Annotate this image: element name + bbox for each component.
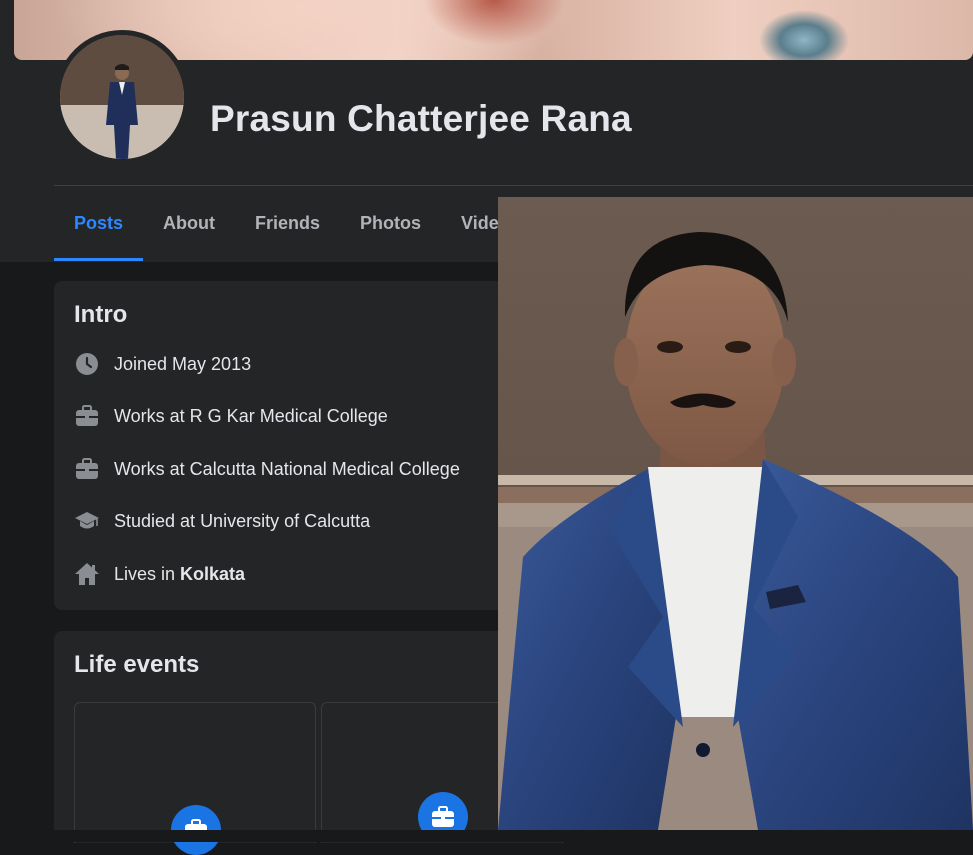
home-icon bbox=[74, 561, 100, 587]
tab-photos[interactable]: Photos bbox=[340, 186, 441, 261]
tab-friends[interactable]: Friends bbox=[235, 186, 340, 261]
graduation-cap-icon bbox=[74, 508, 100, 534]
tab-about[interactable]: About bbox=[143, 186, 235, 261]
profile-picture[interactable] bbox=[55, 30, 189, 164]
life-event-tile[interactable] bbox=[74, 702, 316, 855]
clock-icon bbox=[74, 351, 100, 377]
intro-card: Intro Joined May 2013 Works at R G Kar M… bbox=[54, 281, 514, 610]
intro-item-joined: Joined May 2013 bbox=[74, 349, 251, 379]
tab-posts[interactable]: Posts bbox=[54, 186, 144, 261]
briefcase-icon bbox=[74, 456, 100, 482]
intro-item-text: Studied at University of Calcutta bbox=[114, 510, 371, 531]
life-events-title: Life events bbox=[74, 651, 200, 678]
intro-item-location[interactable]: Kolkata bbox=[180, 564, 245, 585]
profile-name: Prasun Chatterjee Rana bbox=[210, 98, 632, 139]
intro-item-text: Works at Calcutta National Medical Colle… bbox=[114, 458, 460, 479]
intro-item-education: Studied at University of Calcutta bbox=[74, 506, 370, 536]
life-events-card: Life events bbox=[54, 631, 563, 855]
intro-item-work-1: Works at R G Kar Medical College bbox=[74, 401, 388, 431]
intro-item-work-2: Works at Calcutta National Medical Colle… bbox=[74, 454, 460, 484]
bottom-edge bbox=[0, 830, 973, 842]
intro-item-text: Works at R G Kar Medical College bbox=[114, 405, 388, 426]
profile-tabs: Posts About Friends Photos Videos bbox=[54, 186, 540, 261]
intro-item-lives: Lives in Kolkata bbox=[74, 559, 245, 589]
portrait-photo bbox=[498, 197, 973, 830]
avatar bbox=[60, 35, 184, 159]
intro-title: Intro bbox=[74, 301, 128, 328]
intro-item-text: Joined May 2013 bbox=[114, 353, 252, 374]
intro-item-prefix: Lives in bbox=[114, 563, 176, 584]
briefcase-icon bbox=[74, 403, 100, 429]
